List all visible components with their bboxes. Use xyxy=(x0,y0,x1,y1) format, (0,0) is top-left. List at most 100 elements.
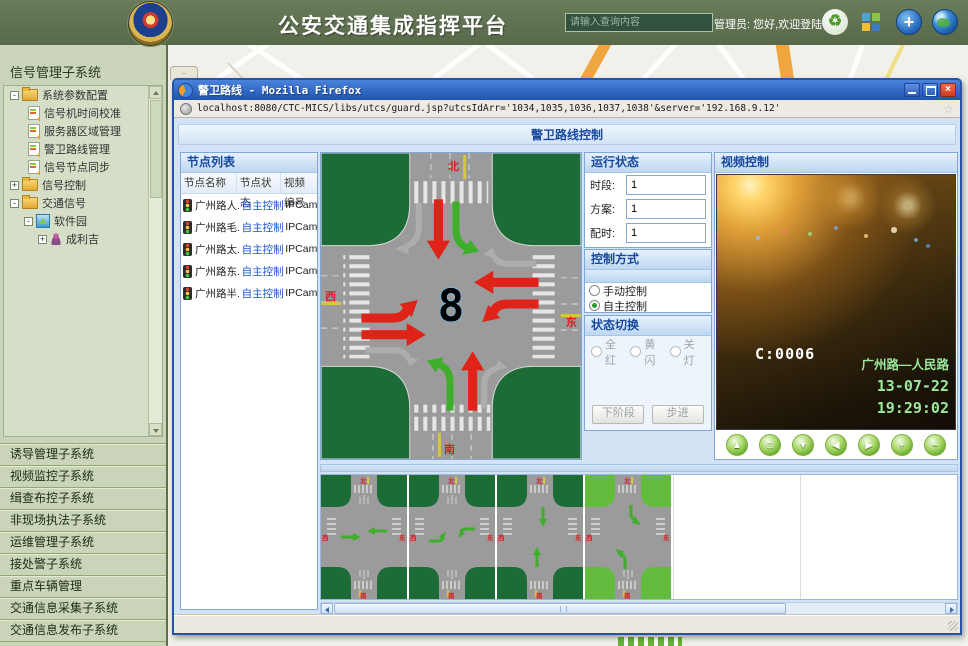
ptz-up-button[interactable]: ▲ xyxy=(726,434,748,456)
collapse-icon[interactable]: - xyxy=(10,91,19,100)
subsystem-key-vehicles[interactable]: 重点车辆管理 xyxy=(0,575,166,597)
subsystem-guidance[interactable]: 诱导管理子系统 xyxy=(0,443,166,465)
node-row[interactable]: 广州路半... 自主控制 IPCam10 xyxy=(181,282,317,304)
subsystem-investigation[interactable]: 缉查布控子系统 xyxy=(0,487,166,509)
ptz-zoom-in-button[interactable]: + xyxy=(891,434,913,456)
phase-thumbnail-4-active[interactable]: 北 西 东 南 xyxy=(585,475,671,599)
subsystem-traffic-info-collect[interactable]: 交通信息采集子系统 xyxy=(0,597,166,619)
ptz-zoom-out-button[interactable]: − xyxy=(924,434,946,456)
auto-control-option[interactable]: 自主控制 xyxy=(585,298,711,313)
node-list-panel: 节点列表 节点名称 节点状态 视频编号 广州路人... 自主控制 IPCam6 … xyxy=(180,152,318,610)
scrollbar-thumb[interactable] xyxy=(150,100,162,198)
plan-input[interactable] xyxy=(626,199,706,219)
node-row[interactable]: 广州路东... 自主控制 IPCam9 xyxy=(181,260,317,282)
status-link[interactable]: 自主控制 xyxy=(240,264,284,279)
minimize-button[interactable] xyxy=(904,83,920,97)
tree-item-system-params[interactable]: - 系统参数配置 xyxy=(4,86,162,104)
plan-field: 方案: xyxy=(585,197,711,221)
ptz-controls: ▲ □ ▼ ◀ ▶ + − xyxy=(715,431,957,459)
tree-label: 服务器区域管理 xyxy=(44,123,121,139)
expand-icon[interactable]: + xyxy=(10,181,19,190)
search-input[interactable] xyxy=(565,13,713,32)
globe-icon[interactable] xyxy=(932,9,958,35)
radio-icon-selected[interactable] xyxy=(589,300,600,311)
tree-label: 信号节点同步 xyxy=(44,159,110,175)
guard-route-window: 警卫路线 - Mozilla Firefox × localhost:8080/… xyxy=(172,78,962,635)
person-icon xyxy=(50,233,62,245)
tree-item-software-park[interactable]: - 软件园 xyxy=(4,212,162,230)
radio-icon[interactable] xyxy=(630,346,641,357)
status-link[interactable]: 自主控制 xyxy=(240,198,284,213)
subsystem-video-surveillance[interactable]: 视频监控子系统 xyxy=(0,465,166,487)
screen: .. 公安交通集成指挥平台 管理员: 您好,欢迎登陆使用 ♻ + 信号管理子系统… xyxy=(0,0,968,646)
phase-thumbnail-2[interactable]: 北 西 东 南 xyxy=(409,475,495,599)
subsystem-police-dispatch[interactable]: 接处警子系统 xyxy=(0,553,166,575)
bookmark-star-icon[interactable]: ☆ xyxy=(943,102,954,116)
ptz-stop-button[interactable]: □ xyxy=(759,434,781,456)
radio-icon[interactable] xyxy=(670,346,681,357)
phase-thumbnails: 北 西 东 南 xyxy=(320,474,958,600)
video-frame[interactable]: C:0006 广州路—人民路 13-07-22 19:29:02 xyxy=(716,174,956,430)
period-input[interactable] xyxy=(626,175,706,195)
ptz-right-button[interactable]: ▶ xyxy=(858,434,880,456)
ptz-down-button[interactable]: ▼ xyxy=(792,434,814,456)
collapse-icon[interactable]: - xyxy=(10,199,19,208)
subsystem-traffic-info-publish[interactable]: 交通信息发布子系统 xyxy=(0,619,166,642)
maximize-button[interactable] xyxy=(922,83,938,97)
ptz-left-button[interactable]: ◀ xyxy=(825,434,847,456)
yellow-flash-option[interactable]: 黄闪 xyxy=(630,344,662,359)
east-label: 东 xyxy=(566,315,577,329)
url-bar[interactable]: localhost:8080/CTC-MICS/libs/utcs/guard.… xyxy=(174,100,960,118)
resize-grip[interactable] xyxy=(948,621,958,631)
status-link[interactable]: 自主控制 xyxy=(240,242,284,257)
svg-text:南: 南 xyxy=(624,591,631,599)
tree-label: 信号机时间校准 xyxy=(44,105,121,121)
window-title: 警卫路线 - Mozilla Firefox xyxy=(198,82,902,98)
tree-item-guard-route[interactable]: 警卫路线管理 xyxy=(4,140,162,158)
tree-item-chengliji[interactable]: + 成利吉 xyxy=(4,230,162,248)
phase-thumbnail-1[interactable]: 北 西 东 南 xyxy=(321,475,407,599)
apps-grid-icon[interactable] xyxy=(862,13,870,21)
status-link[interactable]: 自主控制 xyxy=(240,286,284,301)
scroll-up-arrow[interactable] xyxy=(149,86,162,99)
tree-item-signal-control[interactable]: + 信号控制 xyxy=(4,176,162,194)
scrollbar-thumb[interactable] xyxy=(334,603,786,614)
tree-item-server-region[interactable]: 服务器区域管理 xyxy=(4,122,162,140)
next-stage-button[interactable]: 下阶段 xyxy=(592,405,644,424)
node-row[interactable]: 广州路毛... 自主控制 IPCam7 xyxy=(181,216,317,238)
url-text[interactable]: localhost:8080/CTC-MICS/libs/utcs/guard.… xyxy=(197,103,943,114)
scroll-left-arrow[interactable] xyxy=(321,603,333,614)
subsystem-ops-management[interactable]: 运维管理子系统 xyxy=(0,531,166,553)
tree-scrollbar[interactable] xyxy=(148,86,162,436)
close-button[interactable]: × xyxy=(940,83,956,97)
subsystem-offsite-enforcement[interactable]: 非现场执法子系统 xyxy=(0,509,166,531)
scroll-down-arrow[interactable] xyxy=(149,423,162,436)
all-red-option[interactable]: 全红 xyxy=(591,344,623,359)
radio-icon[interactable] xyxy=(589,285,600,296)
node-row[interactable]: 广州路太... 自主控制 IPCam8 xyxy=(181,238,317,260)
step-button[interactable]: 步进 xyxy=(652,405,704,424)
phase-thumbnail-3[interactable]: 北 西 东 南 xyxy=(497,475,583,599)
subsystem-list: 诱导管理子系统 视频监控子系统 缉查布控子系统 非现场执法子系统 运维管理子系统… xyxy=(0,443,166,642)
tree-item-traffic-signal[interactable]: - 交通信号 xyxy=(4,194,162,212)
timing-input[interactable] xyxy=(626,223,706,243)
lights-off-option[interactable]: 关灯 xyxy=(670,344,702,359)
col-node-status: 节点状态 xyxy=(237,173,281,193)
radio-icon[interactable] xyxy=(591,346,602,357)
add-button[interactable]: + xyxy=(896,9,922,35)
page-icon xyxy=(28,106,40,120)
tree-item-signal-time-calibration[interactable]: 信号机时间校准 xyxy=(4,104,162,122)
collapse-icon[interactable]: - xyxy=(24,217,33,226)
svg-text:南: 南 xyxy=(360,591,367,599)
refresh-icon[interactable]: ♻ xyxy=(822,9,848,35)
page-content: 警卫路线控制 节点列表 节点名称 节点状态 视频编号 广州路人... 自主控制 … xyxy=(174,118,960,633)
svg-text:北: 北 xyxy=(536,476,543,485)
expand-icon[interactable]: + xyxy=(38,235,47,244)
tree-item-signal-node-sync[interactable]: 信号节点同步 xyxy=(4,158,162,176)
control-mode-panel: 控制方式 手动控制 自主控制 xyxy=(584,249,712,313)
scroll-right-arrow[interactable] xyxy=(945,603,957,614)
window-titlebar[interactable]: 警卫路线 - Mozilla Firefox × xyxy=(174,80,960,100)
control-mode-band xyxy=(585,270,711,283)
status-link[interactable]: 自主控制 xyxy=(240,220,284,235)
manual-control-option[interactable]: 手动控制 xyxy=(585,283,711,298)
